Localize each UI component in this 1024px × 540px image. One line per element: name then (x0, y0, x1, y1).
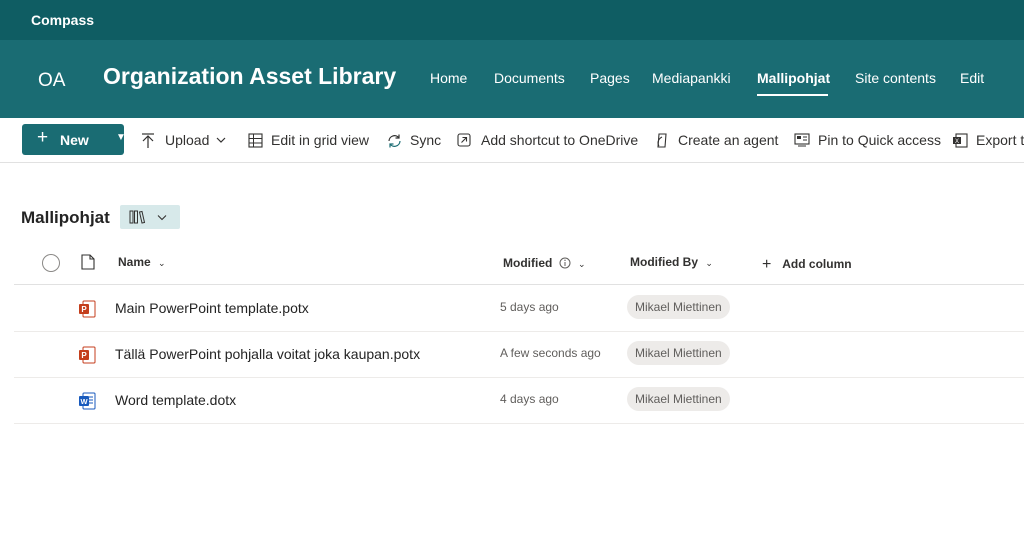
table-row[interactable]: P Tällä PowerPoint pohjalla voitat joka … (14, 331, 1024, 378)
grid-icon (248, 133, 263, 148)
library-view-icon (129, 210, 146, 224)
suite-bar: Compass (0, 0, 1024, 40)
table-row[interactable]: P Main PowerPoint template.potx 5 days a… (14, 285, 1024, 332)
modified-by-pill[interactable]: Mikael Miettinen (627, 295, 730, 319)
file-name-link[interactable]: Word template.dotx (115, 392, 236, 408)
powerpoint-file-icon: P (79, 300, 96, 318)
select-all-checkbox[interactable] (42, 254, 60, 272)
modified-column-label: Modified (503, 256, 553, 270)
nav-item-documents[interactable]: Documents (494, 70, 565, 86)
add-shortcut-button[interactable]: Add shortcut to OneDrive (457, 132, 639, 150)
svg-text:X: X (955, 139, 959, 145)
pin-quick-access-button[interactable]: Pin to Quick access (794, 132, 941, 150)
modified-date: A few seconds ago (500, 346, 601, 360)
plus-icon: + (762, 256, 772, 273)
upload-button[interactable]: Upload (141, 132, 227, 150)
app-title[interactable]: Compass (31, 12, 94, 28)
edit-grid-view-label: Edit in grid view (271, 132, 370, 148)
nav-item-edit[interactable]: Edit (960, 70, 984, 86)
chevron-down-icon (216, 137, 226, 143)
site-header: OA Organization Asset Library Home Docum… (0, 40, 1024, 118)
create-agent-button[interactable]: Create an agent (654, 132, 779, 150)
plus-icon: + (37, 127, 49, 148)
chevron-down-icon: ⌄ (158, 258, 166, 268)
sync-button[interactable]: Sync (386, 132, 442, 150)
export-label: Export to (976, 132, 1024, 148)
site-logo[interactable]: OA (38, 70, 65, 92)
sync-icon (388, 134, 401, 148)
upload-label: Upload (165, 132, 210, 148)
table-row[interactable]: W Word template.dotx 4 days ago Mikael M… (14, 377, 1024, 424)
modified-by-column-label: Modified By (630, 255, 698, 269)
modified-by-pill[interactable]: Mikael Miettinen (627, 341, 730, 365)
new-button-label: New (60, 132, 89, 148)
chevron-down-icon: ▼ (116, 132, 126, 143)
agent-icon (657, 133, 667, 148)
info-icon[interactable] (559, 257, 571, 269)
svg-text:W: W (80, 397, 88, 406)
file-name-link[interactable]: Tällä PowerPoint pohjalla voitat joka ka… (115, 346, 420, 362)
new-button[interactable]: + New ▼ (22, 124, 126, 155)
svg-text:P: P (81, 351, 87, 360)
modified-date: 4 days ago (500, 392, 559, 406)
site-title[interactable]: Organization Asset Library (103, 63, 396, 90)
add-shortcut-label: Add shortcut to OneDrive (481, 132, 639, 148)
active-nav-indicator (757, 94, 828, 96)
file-type-icon[interactable] (81, 254, 95, 270)
modified-date: 5 days ago (500, 300, 559, 314)
nav-item-mediapankki[interactable]: Mediapankki (652, 70, 731, 86)
nav-item-pages[interactable]: Pages (590, 70, 630, 86)
sync-label: Sync (410, 132, 442, 148)
word-file-icon: W (79, 392, 96, 410)
edit-grid-view-button[interactable]: Edit in grid view (248, 132, 370, 150)
modified-by-column-header[interactable]: Modified By ⌄ (630, 255, 713, 269)
svg-text:P: P (81, 305, 87, 314)
pin-icon (794, 133, 810, 147)
pin-quick-access-label: Pin to Quick access (818, 132, 941, 148)
chevron-down-icon: ⌄ (705, 258, 713, 268)
excel-icon: X (953, 133, 968, 148)
upload-icon (142, 133, 154, 148)
name-column-header[interactable]: Name ⌄ (118, 255, 166, 269)
chevron-down-icon (157, 215, 167, 221)
modified-by-pill[interactable]: Mikael Miettinen (627, 387, 730, 411)
modified-column-header[interactable]: Modified ⌄ (503, 255, 586, 270)
chevron-down-icon: ⌄ (578, 259, 586, 269)
powerpoint-file-icon: P (79, 346, 96, 364)
library-view-button[interactable] (120, 205, 180, 229)
command-bar: + New ▼ Upload Edit in grid view Sync Ad… (0, 118, 1024, 163)
nav-item-mallipohjat[interactable]: Mallipohjat (757, 70, 830, 86)
file-name-link[interactable]: Main PowerPoint template.potx (115, 300, 309, 316)
nav-item-home[interactable]: Home (430, 70, 467, 86)
create-agent-label: Create an agent (678, 132, 779, 148)
add-column-label: Add column (782, 257, 852, 271)
name-column-label: Name (118, 255, 151, 269)
export-button[interactable]: X Export to (952, 132, 1024, 150)
add-column-button[interactable]: + Add column (762, 255, 852, 273)
nav-item-site-contents[interactable]: Site contents (855, 70, 936, 86)
shortcut-icon (457, 133, 471, 147)
library-title: Mallipohjat (21, 208, 110, 227)
